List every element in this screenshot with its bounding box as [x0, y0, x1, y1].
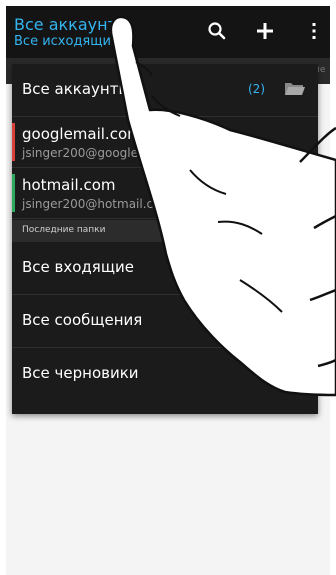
- account-color-bar: [12, 174, 15, 212]
- app-frame: Все аккаунты Все исходящие ие Все аккаун…: [6, 6, 330, 575]
- all-accounts-label: Все аккаунты: [22, 80, 131, 98]
- folder-item-all-messages[interactable]: Все сообщения: [12, 295, 318, 348]
- action-bar: Все аккаунты Все исходящие: [6, 6, 330, 58]
- recent-folders-header: Последние папки: [12, 220, 318, 242]
- account-name: hotmail.com: [22, 176, 116, 194]
- folder-item-inbox[interactable]: Все входящие: [12, 242, 318, 295]
- header-title: Все аккаунты: [14, 16, 130, 34]
- folder-icon[interactable]: [284, 80, 306, 100]
- all-accounts-item[interactable]: Все аккаунты (2): [12, 64, 318, 117]
- account-item-hotmail[interactable]: hotmail.com jsinger200@hotmail.com: [12, 168, 318, 219]
- account-item-googlemail[interactable]: googlemail.com jsinger200@googlemail.com: [12, 117, 318, 168]
- folder-label: Все входящие: [22, 258, 134, 276]
- account-name: googlemail.com: [22, 125, 142, 143]
- account-spinner[interactable]: Все аккаунты Все исходящие: [14, 16, 134, 50]
- header-subtitle: Все исходящие: [14, 34, 119, 49]
- account-email: jsinger200@googlemail.com: [22, 146, 194, 160]
- plus-icon[interactable]: [251, 16, 279, 46]
- overflow-menu-icon[interactable]: [300, 16, 328, 46]
- search-icon[interactable]: [203, 16, 231, 46]
- folder-item-drafts[interactable]: Все черновики: [12, 348, 318, 400]
- accounts-dropdown: Все аккаунты (2) googlemail.com jsinger2…: [12, 64, 318, 414]
- account-email: jsinger200@hotmail.com: [22, 197, 173, 211]
- folder-label: Все черновики: [22, 364, 139, 382]
- section-title: Последние папки: [22, 225, 106, 235]
- account-color-bar: [12, 123, 15, 161]
- unread-count: (2): [248, 82, 265, 96]
- folder-label: Все сообщения: [22, 311, 143, 329]
